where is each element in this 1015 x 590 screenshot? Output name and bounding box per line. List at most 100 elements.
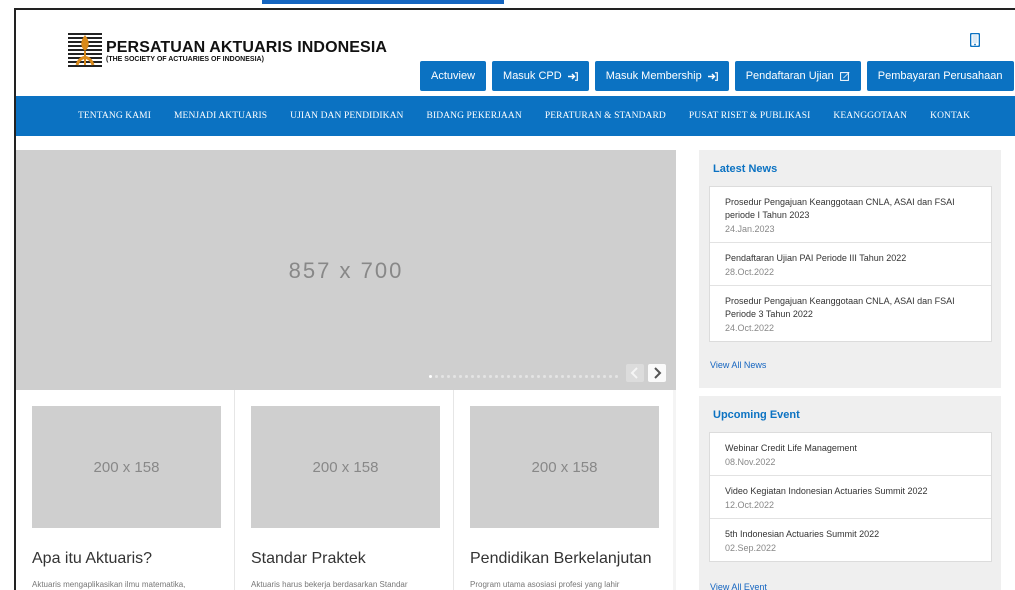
view-all-news-link[interactable]: View All News [710, 360, 766, 370]
feature-text: Program utama asosiasi profesi yang lahi… [470, 580, 620, 589]
slider-dot[interactable] [435, 375, 438, 378]
actuview-label: Actuview [431, 70, 476, 82]
slider-dot[interactable] [447, 375, 450, 378]
slider-dot[interactable] [477, 375, 480, 378]
news-item-date: 24.Jan.2023 [725, 224, 775, 234]
nav-item-tentang-kami[interactable]: TENTANG KAMI [78, 111, 151, 121]
top-accent-bar [262, 0, 504, 4]
slider-dot[interactable] [573, 375, 576, 378]
news-item-date: 24.Oct.2022 [725, 323, 775, 333]
event-item[interactable]: Video Kegiatan Indonesian Actuaries Summ… [710, 476, 991, 519]
nav-item-menjadi-aktuaris[interactable]: MENJADI AKTUARIS [174, 111, 267, 121]
slider-dot[interactable] [543, 375, 546, 378]
site-logo[interactable]: PERSATUAN AKTUARIS INDONESIA (THE SOCIET… [68, 31, 387, 71]
slider-dot[interactable] [483, 375, 486, 378]
news-item-title[interactable]: Prosedur Pengajuan Keanggotaan CNLA, ASA… [725, 196, 976, 222]
nav-item-peraturan-standard[interactable]: PERATURAN & STANDARD [545, 111, 666, 121]
pembayaran-perusahaan-button[interactable]: Pembayaran Perusahaan [866, 61, 1014, 91]
slider-dot[interactable] [465, 375, 468, 378]
slider-dot[interactable] [507, 375, 510, 378]
event-item-title[interactable]: Webinar Credit Life Management [725, 442, 976, 455]
nav-item-kontak[interactable]: KONTAK [930, 111, 970, 121]
feature-image[interactable]: 200 x 158 [32, 406, 221, 528]
masuk-membership-label: Masuk Membership [605, 70, 702, 82]
event-item-date: 08.Nov.2022 [725, 457, 776, 467]
event-item-title[interactable]: 5th Indonesian Actuaries Summit 2022 [725, 528, 976, 541]
nav-item-ujian-pendidikan[interactable]: UJIAN DAN PENDIDIKAN [290, 111, 403, 121]
slider-dot[interactable] [519, 375, 522, 378]
feature-card[interactable]: 200 x 158 Standar Praktek Aktuaris harus… [235, 390, 454, 590]
slider-dot[interactable] [501, 375, 504, 378]
feature-title[interactable]: Apa itu Aktuaris? [32, 550, 218, 568]
header-button-group: Actuview Masuk CPD Masuk Membership Pend… [420, 61, 1015, 91]
slider-dot[interactable] [429, 375, 432, 378]
news-item-title[interactable]: Prosedur Pengajuan Keanggotaan CNLA, ASA… [725, 295, 976, 321]
feature-image[interactable]: 200 x 158 [251, 406, 440, 528]
slider-dot[interactable] [603, 375, 606, 378]
slider-dot[interactable] [453, 375, 456, 378]
feature-title[interactable]: Standar Praktek [251, 550, 437, 568]
slider-dot[interactable] [591, 375, 594, 378]
feature-card[interactable]: 200 x 158 Pendidikan Berkelanjutan Progr… [454, 390, 673, 590]
sign-in-icon [567, 71, 578, 81]
slider-dot[interactable] [459, 375, 462, 378]
news-item-title[interactable]: Pendaftaran Ujian PAI Periode III Tahun … [725, 252, 976, 265]
feature-image[interactable]: 200 x 158 [470, 406, 659, 528]
nav-item-pusat-riset[interactable]: PUSAT RISET & PUBLIKASI [689, 111, 811, 121]
slider-dot[interactable] [441, 375, 444, 378]
site-header: PERSATUAN AKTUARIS INDONESIA (THE SOCIET… [16, 10, 1015, 96]
feature-text: Aktuaris mengaplikasikan ilmu matematika… [32, 580, 186, 589]
slider-dot[interactable] [549, 375, 552, 378]
news-item-date: 28.Oct.2022 [725, 267, 775, 277]
slider-dot[interactable] [531, 375, 534, 378]
slider-dot[interactable] [513, 375, 516, 378]
masuk-membership-button[interactable]: Masuk Membership [594, 61, 729, 91]
slider-dot[interactable] [489, 375, 492, 378]
slider-dot[interactable] [525, 375, 528, 378]
pendaftaran-ujian-button[interactable]: Pendaftaran Ujian [734, 61, 861, 91]
slider-dot[interactable] [561, 375, 564, 378]
chevron-left-icon [630, 367, 638, 379]
latest-news-panel: Latest News Prosedur Pengajuan Keanggota… [699, 150, 1001, 388]
news-item[interactable]: Prosedur Pengajuan Keanggotaan CNLA, ASA… [710, 286, 991, 341]
event-item[interactable]: Webinar Credit Life Management 08.Nov.20… [710, 433, 991, 476]
slider-dot[interactable] [471, 375, 474, 378]
event-item[interactable]: 5th Indonesian Actuaries Summit 2022 02.… [710, 519, 991, 561]
hero-slider[interactable]: 857 x 700 [16, 150, 676, 390]
feature-card[interactable]: 200 x 158 Apa itu Aktuaris? Aktuaris men… [16, 390, 235, 590]
news-item[interactable]: Pendaftaran Ujian PAI Periode III Tahun … [710, 243, 991, 286]
sign-in-icon [707, 71, 718, 81]
view-all-event-link[interactable]: View All Event [710, 582, 767, 590]
masuk-cpd-button[interactable]: Masuk CPD [492, 61, 589, 91]
latest-news-heading: Latest News [713, 163, 778, 175]
slider-dot[interactable] [597, 375, 600, 378]
slider-dot[interactable] [495, 375, 498, 378]
main-nav: TENTANG KAMI MENJADI AKTUARIS UJIAN DAN … [16, 96, 1015, 136]
nav-item-keanggotaan[interactable]: KEANGGOTAAN [833, 111, 907, 121]
slider-dot[interactable] [615, 375, 618, 378]
slider-dot[interactable] [609, 375, 612, 378]
pendaftaran-ujian-label: Pendaftaran Ujian [745, 70, 834, 82]
event-item-title[interactable]: Video Kegiatan Indonesian Actuaries Summ… [725, 485, 976, 498]
slider-prev-button[interactable] [626, 364, 644, 382]
org-subtitle: (THE SOCIETY OF ACTUARIES OF INDONESIA) [106, 56, 264, 63]
logo-emblem-icon [68, 31, 102, 71]
slider-dot[interactable] [579, 375, 582, 378]
slider-dot[interactable] [585, 375, 588, 378]
pembayaran-perusahaan-label: Pembayaran Perusahaan [877, 70, 1003, 82]
mobile-phone-icon[interactable] [970, 33, 980, 47]
slider-dot[interactable] [537, 375, 540, 378]
slider-dot[interactable] [567, 375, 570, 378]
chevron-right-icon [654, 367, 662, 379]
slider-next-button[interactable] [648, 364, 666, 382]
news-list: Prosedur Pengajuan Keanggotaan CNLA, ASA… [709, 186, 992, 342]
upcoming-event-heading: Upcoming Event [713, 409, 800, 421]
nav-item-bidang-pekerjaan[interactable]: BIDANG PEKERJAAN [427, 111, 522, 121]
slider-dots [429, 375, 621, 378]
slider-dot[interactable] [555, 375, 558, 378]
feature-text: Aktuaris harus bekerja berdasarkan Stand… [251, 580, 408, 589]
news-item[interactable]: Prosedur Pengajuan Keanggotaan CNLA, ASA… [710, 187, 991, 243]
feature-title[interactable]: Pendidikan Berkelanjutan [470, 550, 657, 568]
actuview-button[interactable]: Actuview [420, 61, 487, 91]
edit-icon [839, 72, 850, 81]
